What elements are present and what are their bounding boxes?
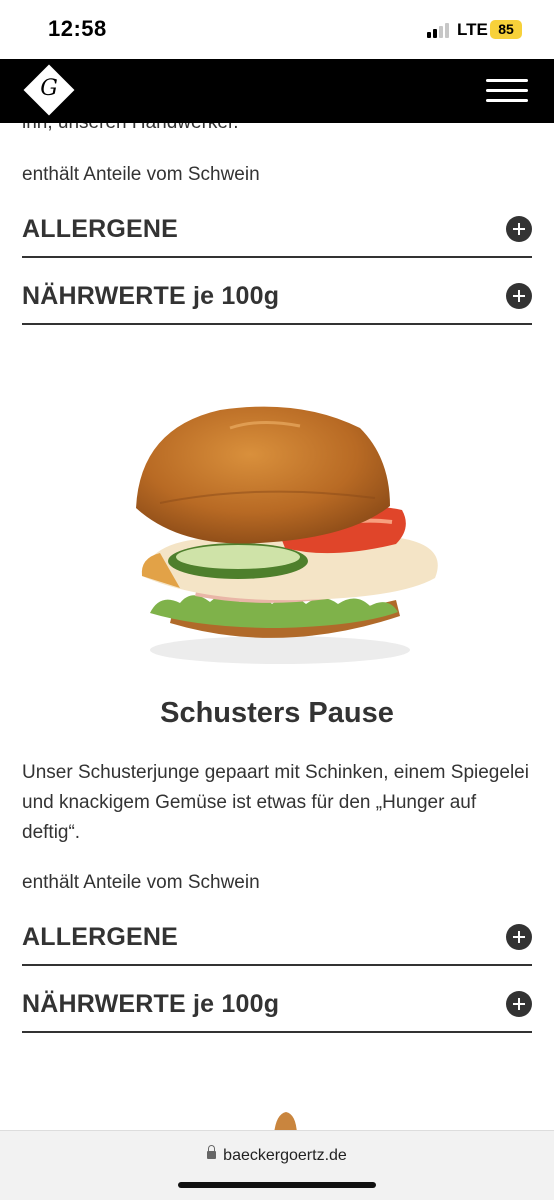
product-allergens-accordion[interactable]: ALLERGENE [22,908,532,966]
lock-icon [207,1145,217,1159]
battery-icon: 85 [490,20,522,39]
plus-circle-icon[interactable] [506,216,532,242]
product-nutrition-accordion[interactable]: NÄHRWERTE je 100g [22,975,532,1033]
logo[interactable]: G [23,64,75,116]
site-header: G [0,59,554,123]
previous-contains-note: enthält Anteile vom Schwein [22,164,260,185]
browser-url-bar[interactable]: baeckergoertz.de [0,1130,554,1200]
status-time: 12:58 [48,16,107,41]
plus-circle-icon[interactable] [506,283,532,309]
logo-letter: G [40,76,58,101]
product-title: Schusters Pause [160,697,394,729]
sandwich-image [136,406,438,664]
product-contains-note: enthält Anteile vom Schwein [22,872,260,893]
network-label: LTE [457,20,488,39]
previous-nutrition-accordion[interactable]: NÄHRWERTE je 100g [22,267,532,325]
status-bar: 12:58 LTE 85 [0,0,554,60]
accordion-label: ALLERGENE [22,923,178,951]
accordion-label: NÄHRWERTE je 100g [22,990,280,1018]
product-description: Unser Schusterjunge gepaart mit Schinken… [22,762,529,843]
url-text[interactable]: baeckergoertz.de [223,1147,347,1164]
accordion-label: NÄHRWERTE je 100g [22,282,280,310]
plus-circle-icon[interactable] [506,991,532,1017]
previous-allergens-accordion[interactable]: ALLERGENE [22,200,532,258]
accordion-label: ALLERGENE [22,215,178,243]
plus-circle-icon[interactable] [506,924,532,950]
signal-icon [427,22,451,38]
home-indicator[interactable] [178,1182,376,1188]
hamburger-menu-icon[interactable] [486,79,528,103]
